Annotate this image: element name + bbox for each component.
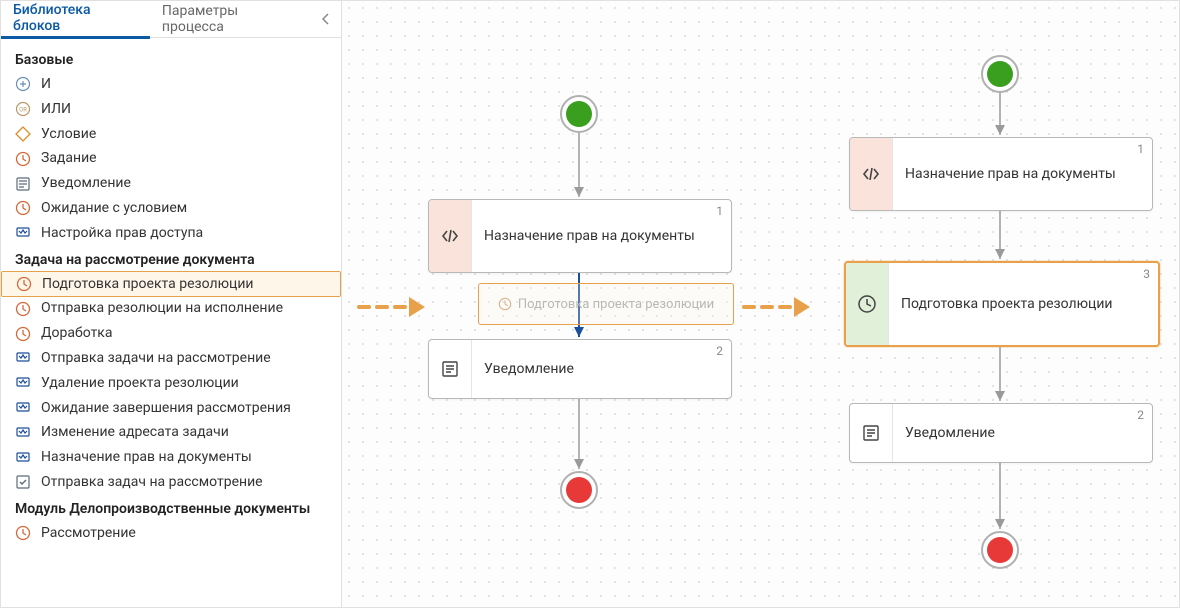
lib-item-wait-review-complete[interactable]: Ожидание завершения рассмотрения [1,396,341,421]
lib-item-send-tasks-review[interactable]: Отправка задач на рассмотрение [1,470,341,495]
list-icon [15,176,31,192]
lib-item-label: Ожидание завершения рассмотрения [41,400,291,417]
lib-item-label: Настройка прав доступа [41,225,203,242]
list-icon [429,340,472,398]
clock-icon [15,525,31,541]
lib-item-delete-resolution[interactable]: Удаление проекта резолюции [1,371,341,396]
lib-item-task[interactable]: Задание [1,146,341,171]
code-icon [429,200,472,272]
monitor-icon [15,400,31,416]
block-label: Подготовка проекта резолюции [901,295,1146,313]
lib-item-label: Подготовка проекта резолюции [42,276,253,293]
lib-item-label: ИЛИ [41,101,71,118]
plus-circle-icon [15,76,31,92]
lib-item-label: Изменение адресата задачи [41,424,229,441]
clock-icon [846,263,889,345]
lib-item-rework[interactable]: Доработка [1,321,341,346]
sidebar: Библиотека блоков Параметры процесса Баз… [1,1,342,607]
or-circle-icon: OR [15,101,31,117]
group-title: Модуль Делопроизводственные документы [1,495,341,521]
lib-item-label: И [41,76,51,93]
code-icon [850,138,893,210]
block-label: Назначение прав на документы [905,165,1140,183]
lib-item-wait-condition[interactable]: Ожидание с условием [1,196,341,221]
block-label: Уведомление [905,424,1140,442]
block-number-badge: 3 [1143,267,1150,283]
checkbox-icon [15,474,31,490]
tab-block-library[interactable]: Библиотека блоков [1,1,150,39]
monitor-icon [15,375,31,391]
block-label: Уведомление [484,360,719,378]
block-notification[interactable]: 2 Уведомление [428,339,732,399]
block-number-badge: 1 [1137,142,1144,158]
lib-item-condition[interactable]: Условие [1,122,341,147]
lib-item-review[interactable]: Рассмотрение [1,521,341,546]
process-canvas[interactable]: 1 Назначение прав на документы Подготовк… [342,1,1179,607]
lib-item-label: Условие [41,126,96,143]
lib-item-label: Назначение прав на документы [41,449,252,466]
monitor-icon [15,425,31,441]
start-node[interactable] [560,95,598,133]
lib-item-label: Отправка задач на рассмотрение [41,474,263,491]
clock-icon [15,326,31,342]
lib-item-label: Удаление проекта резолюции [41,375,239,392]
block-notification[interactable]: 2 Уведомление [849,403,1153,463]
clock-icon [15,151,31,167]
lib-item-change-addressee[interactable]: Изменение адресата задачи [1,420,341,445]
block-assign-rights[interactable]: 1 Назначение прав на документы [428,199,732,273]
end-node[interactable] [981,531,1019,569]
diamond-icon [15,126,31,142]
block-library-list: Базовые И OR ИЛИ Условие [1,38,341,554]
lib-item-label: Отправка задачи на рассмотрение [41,350,271,367]
monitor-icon [15,225,31,241]
lib-item-prepare-resolution[interactable]: Подготовка проекта резолюции [1,271,341,298]
start-node[interactable] [981,55,1019,93]
lib-item-label: Задание [41,150,97,167]
monitor-icon [15,450,31,466]
drop-target-ghost[interactable]: Подготовка проекта резолюции [478,283,734,325]
lib-item-or[interactable]: OR ИЛИ [1,97,341,122]
lib-item-send-resolution[interactable]: Отправка резолюции на исполнение [1,296,341,321]
lib-item-label: Ожидание с условием [41,200,187,217]
block-number-badge: 1 [716,204,723,220]
list-icon [850,404,893,462]
clock-icon [15,200,31,216]
lib-item-send-task-review[interactable]: Отправка задачи на рассмотрение [1,346,341,371]
lib-item-label: Уведомление [41,175,131,192]
end-node[interactable] [560,471,598,509]
block-number-badge: 2 [1137,408,1144,424]
ghost-label: Подготовка проекта резолюции [518,297,714,312]
group-title: Базовые [1,46,341,72]
clock-icon [15,301,31,317]
block-label: Назначение прав на документы [484,227,719,245]
lib-item-notification[interactable]: Уведомление [1,171,341,196]
clock-icon [498,297,512,311]
sidebar-tabs: Библиотека блоков Параметры процесса [1,1,341,38]
lib-item-label: Рассмотрение [41,525,136,542]
transition-arrow [357,297,425,317]
lib-item-label: Доработка [41,325,112,342]
transition-arrow [742,297,810,317]
lib-item-assign-rights[interactable]: Назначение прав на документы [1,445,341,470]
monitor-icon [15,350,31,366]
tab-process-params[interactable]: Параметры процесса [150,1,312,37]
collapse-sidebar-button[interactable] [312,13,341,25]
clock-icon [16,276,32,292]
block-number-badge: 2 [716,344,723,360]
block-prepare-resolution[interactable]: 3 Подготовка проекта резолюции [844,261,1160,347]
svg-text:OR: OR [19,107,27,114]
lib-item-label: Отправка резолюции на исполнение [41,300,283,317]
lib-item-access-rights[interactable]: Настройка прав доступа [1,221,341,246]
lib-item-and[interactable]: И [1,72,341,97]
group-title: Задача на рассмотрение документа [1,246,341,272]
block-assign-rights[interactable]: 1 Назначение прав на документы [849,137,1153,211]
